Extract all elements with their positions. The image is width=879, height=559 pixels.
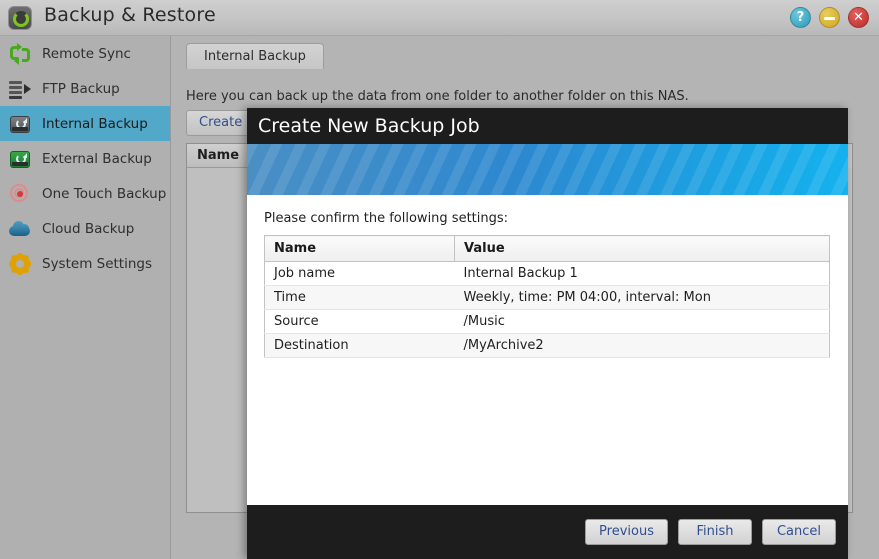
cloud-backup-icon	[9, 218, 31, 240]
table-row: Source /Music	[264, 309, 830, 334]
sidebar-item-one-touch-backup[interactable]: One Touch Backup	[0, 176, 170, 211]
minimize-icon[interactable]	[819, 7, 840, 28]
sidebar-item-label: Remote Sync	[42, 45, 131, 62]
column-header-name: Name	[264, 235, 455, 262]
sidebar-item-cloud-backup[interactable]: Cloud Backup	[0, 211, 170, 246]
row-label: Source	[264, 309, 455, 334]
table-row: Job name Internal Backup 1	[264, 261, 830, 286]
table-header-row: Name Value	[264, 235, 830, 262]
sidebar-item-label: External Backup	[42, 150, 152, 167]
page-title: Backup & Restore	[44, 4, 216, 26]
row-value: /Music	[454, 309, 830, 334]
sidebar-item-label: Internal Backup	[42, 115, 148, 132]
sidebar-item-label: FTP Backup	[42, 80, 120, 97]
sidebar-item-internal-backup[interactable]: Internal Backup	[0, 106, 170, 141]
tab-strip: Internal Backup	[172, 36, 879, 69]
settings-summary-table: Name Value Job name Internal Backup 1 Ti…	[264, 235, 830, 358]
create-backup-job-dialog: Create New Backup Job Please confirm the…	[247, 108, 848, 559]
dialog-body: Please confirm the following settings: N…	[247, 195, 848, 505]
sidebar: Remote Sync FTP Backup Internal Backup E…	[0, 36, 171, 559]
sidebar-item-remote-sync[interactable]: Remote Sync	[0, 36, 170, 71]
column-header-value: Value	[454, 235, 830, 262]
sidebar-item-system-settings[interactable]: System Settings	[0, 246, 170, 281]
external-backup-icon	[9, 148, 31, 170]
cancel-button[interactable]: Cancel	[762, 519, 836, 545]
backup-restore-icon	[8, 6, 32, 30]
create-button[interactable]: Create	[186, 110, 256, 136]
dialog-title: Create New Backup Job	[247, 108, 848, 144]
dialog-banner	[247, 144, 848, 195]
window-controls: ? ✕	[790, 7, 869, 28]
sidebar-item-label: One Touch Backup	[42, 185, 167, 202]
row-value: /MyArchive2	[454, 333, 830, 358]
row-value: Weekly, time: PM 04:00, interval: Mon	[454, 285, 830, 310]
sidebar-item-label: System Settings	[42, 255, 153, 272]
row-label: Job name	[264, 261, 455, 286]
application-window: Backup & Restore ? ✕ Remote Sync FTP Bac…	[0, 0, 879, 559]
sidebar-item-label: Cloud Backup	[42, 220, 135, 237]
row-label: Destination	[264, 333, 455, 358]
system-settings-icon	[9, 252, 31, 275]
row-value: Internal Backup 1	[454, 261, 830, 286]
help-icon[interactable]: ?	[790, 7, 811, 28]
dialog-confirm-text: Please confirm the following settings:	[264, 211, 509, 226]
window-titlebar: Backup & Restore ? ✕	[0, 0, 879, 36]
close-icon[interactable]: ✕	[848, 7, 869, 28]
sidebar-item-ftp-backup[interactable]: FTP Backup	[0, 71, 170, 106]
ftp-backup-icon	[9, 78, 31, 100]
row-label: Time	[264, 285, 455, 310]
one-touch-backup-icon	[9, 183, 31, 205]
finish-button[interactable]: Finish	[678, 519, 752, 545]
pane-description: Here you can back up the data from one f…	[186, 89, 689, 104]
previous-button[interactable]: Previous	[585, 519, 668, 545]
dialog-footer: Previous Finish Cancel	[247, 505, 848, 559]
internal-backup-icon	[9, 113, 31, 135]
table-row: Destination /MyArchive2	[264, 333, 830, 358]
remote-sync-icon	[9, 42, 31, 65]
table-row: Time Weekly, time: PM 04:00, interval: M…	[264, 285, 830, 310]
tab-internal-backup[interactable]: Internal Backup	[186, 43, 324, 69]
sidebar-item-external-backup[interactable]: External Backup	[0, 141, 170, 176]
